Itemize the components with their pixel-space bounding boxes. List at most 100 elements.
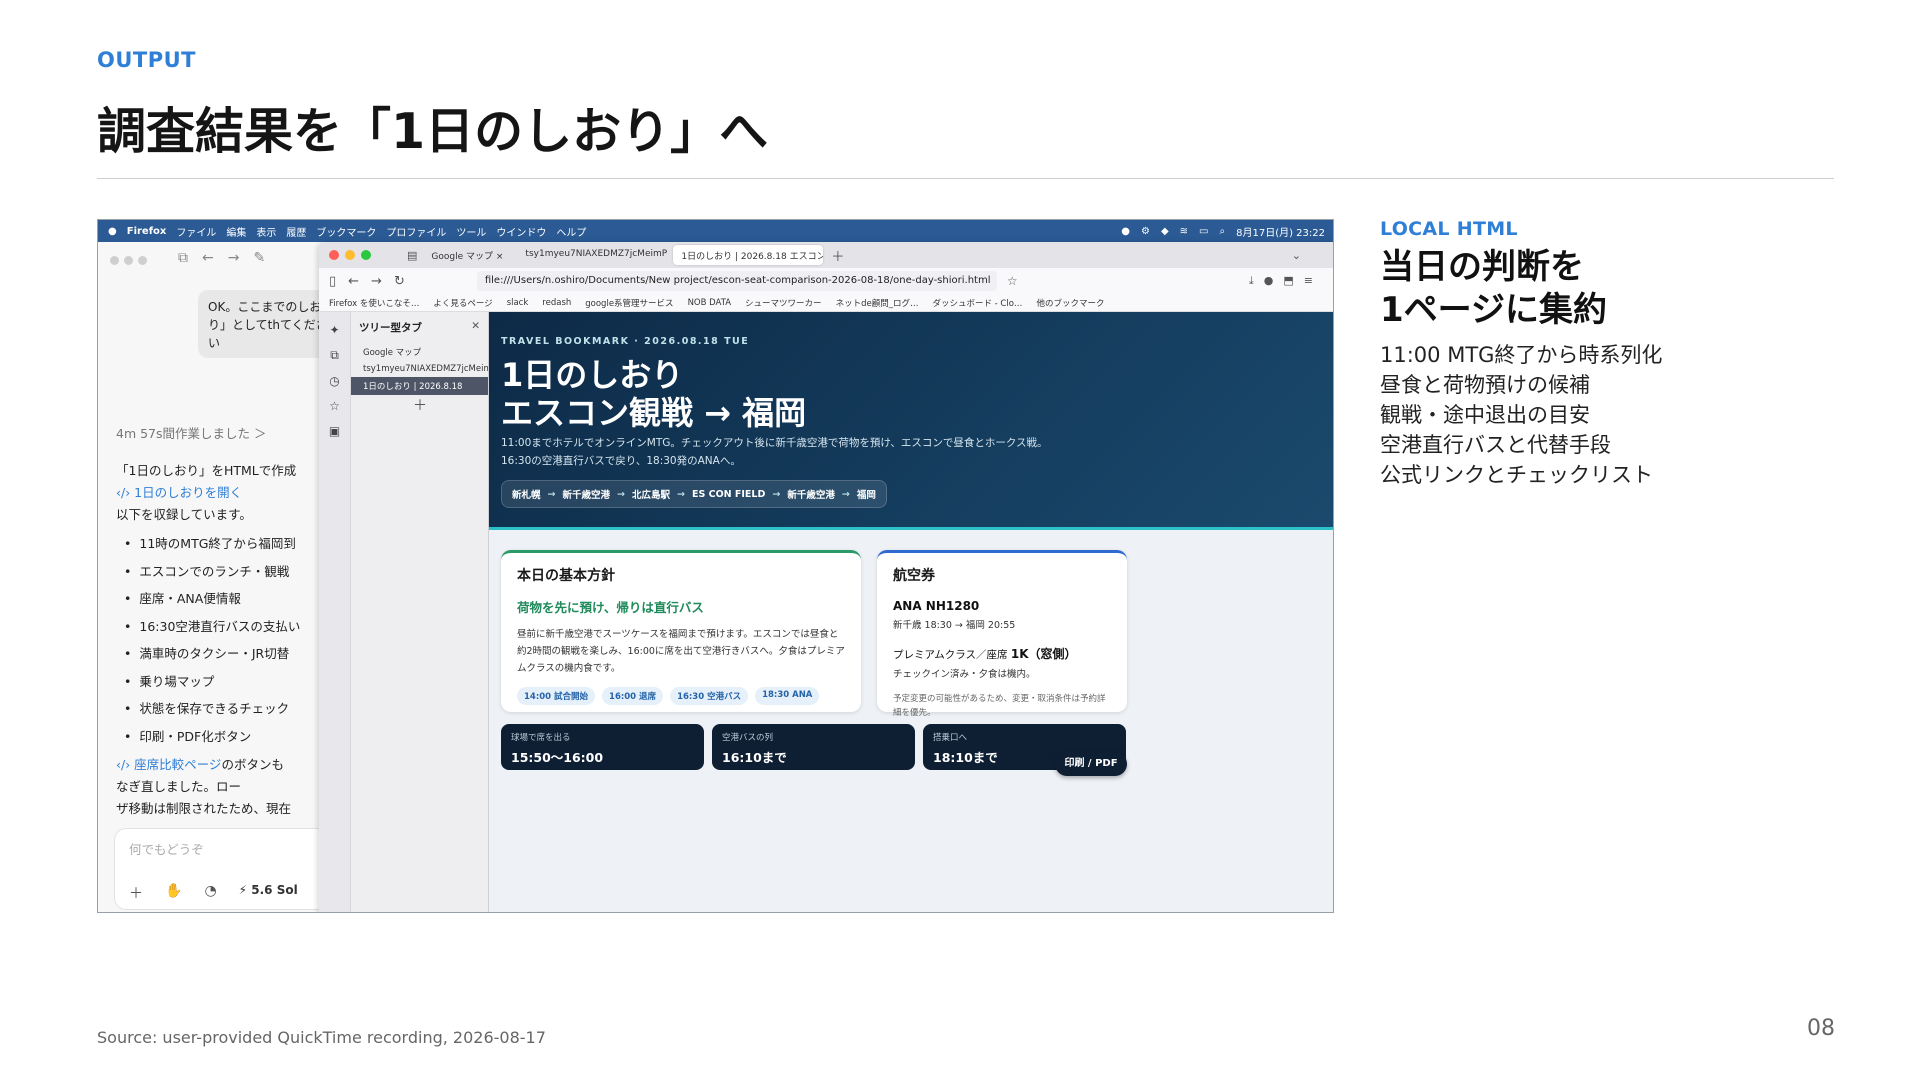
list-item: 状態を保存できるチェック — [116, 695, 336, 723]
tab-shiori[interactable]: 1日のしおり | 2026.8.18 エスコン観戦 — [673, 245, 824, 265]
model-selector[interactable]: ⚡ 5.6 Sol — [239, 883, 298, 903]
bookmark-item[interactable]: redash — [542, 298, 571, 308]
list-item: 16:30空港直行バスの支払い — [116, 613, 336, 641]
list-item: 印刷・PDF化ボタン — [116, 723, 336, 751]
dropbox-icon[interactable]: ◆ — [1161, 226, 1169, 237]
list-item: 乗り場マップ — [116, 668, 336, 696]
model-name: 5.6 Sol — [251, 883, 298, 897]
arrow-right-icon: → — [617, 488, 625, 500]
footer-text: のボタンも — [221, 757, 284, 772]
chat-composer[interactable]: 何でもどうぞ ＋ ✋ ◔ ⚡ 5.6 Sol — [114, 828, 334, 910]
user-message-bubble: OK。ここまでのしおり」としてthてください — [198, 290, 338, 358]
flight-note: 予定変更の可能性があるため、変更・取消条件は予約詳細を優先。 — [893, 694, 1106, 718]
ai-icon[interactable]: ✦ — [319, 323, 350, 337]
timeline-label: 球場で席を出る — [511, 733, 571, 743]
tab-tsy1[interactable]: tsy1myeu7NIAXEDMZ7jcMeimPxSh — [517, 245, 667, 265]
hero-title: 1日のしおり エスコン観戦 → 福岡 — [501, 356, 807, 432]
tree-tabs-icon[interactable]: ▣ — [319, 424, 350, 438]
tab-label: tsy1myeu7NIAXEDMZ7jcMeimPxSh — [525, 249, 668, 259]
time-chip: 18:30 ANA — [755, 687, 820, 705]
list-item: 11:00 MTG終了から時系列化 — [1380, 343, 1663, 367]
menu-window[interactable]: ウインドウ — [496, 224, 546, 239]
answer-intro: 「1日のしおり」をHTMLで作成 — [116, 463, 297, 478]
side-eyebrow: LOCAL HTML — [1380, 218, 1518, 240]
print-pdf-button[interactable]: 印刷 / PDF — [1055, 752, 1127, 776]
navigation-bar: ▯←→↻ file:///Users/n.oshiro/Documents/Ne… — [319, 268, 1333, 294]
flight-title: 航空券 — [893, 568, 935, 584]
plan-body: 昼前に新千歳空港でスーツケースを福岡まで預けます。エスコンでは昼食と約2時間の観… — [517, 629, 845, 674]
menu-profile[interactable]: プロファイル — [386, 224, 446, 239]
menubar-datetime[interactable]: 8月17日(月) 23:22 — [1236, 224, 1325, 239]
minimize-window-icon[interactable] — [345, 250, 355, 260]
list-item: 公式リンクとチェックリスト — [1380, 463, 1653, 487]
search-icon[interactable]: ⌕ — [1220, 226, 1226, 237]
menu-bookmarks[interactable]: ブックマーク — [316, 224, 376, 239]
route-stop: 新千歳空港 — [787, 490, 835, 501]
bookmark-item[interactable]: slack — [507, 298, 529, 308]
footer-text-3: ザ移動は制限されたため、現在 — [116, 801, 292, 816]
bookmark-item[interactable]: NOB DATA — [688, 298, 731, 308]
menu-help[interactable]: ヘルプ — [556, 224, 586, 239]
time-chip: 16:00 退席 — [602, 687, 664, 705]
chevron-down-icon[interactable]: ⌄ — [1292, 249, 1301, 262]
time-chip: 14:00 試合開始 — [517, 687, 596, 705]
bookmark-item[interactable]: シューマツワーカー — [745, 297, 822, 309]
menu-view[interactable]: 表示 — [256, 224, 276, 239]
add-tab-icon[interactable]: ＋ — [351, 395, 488, 415]
close-window-icon[interactable] — [329, 250, 339, 260]
synced-tabs-icon[interactable]: ⧉ — [319, 348, 350, 363]
toolbar-icons[interactable]: ⤓●⬒≡ — [1249, 274, 1323, 288]
work-duration[interactable]: 4m 57s間作業しました ＞ — [116, 423, 267, 442]
tab-label: Google マップ — [431, 252, 494, 262]
sidebar-header: ツリー型タブ ✕ — [351, 312, 488, 343]
plan-chips: 14:00 試合開始 16:00 退席 16:30 空港バス 18:30 ANA — [517, 687, 845, 705]
bookmark-item[interactable]: ネットde顧問_ログ… — [836, 297, 919, 309]
menu-tools[interactable]: ツール — [456, 224, 486, 239]
settings-icon[interactable]: ⚙ — [1141, 226, 1150, 237]
menu-history[interactable]: 履歴 — [286, 224, 306, 239]
assistant-answer: 「1日のしおり」をHTMLで作成 ‹/› 1日のしおりを開く 以下を収録していま… — [116, 460, 336, 820]
zoom-window-icon[interactable] — [361, 250, 371, 260]
seat-compare-link[interactable]: ‹/› 座席比較ページ — [116, 757, 221, 772]
timeline-label: 空港バスの列 — [722, 733, 774, 743]
history-icon[interactable]: ◷ — [319, 374, 350, 388]
side-heading: 当日の判断を 1ページに集約 — [1380, 246, 1860, 332]
route-stop: 福岡 — [856, 490, 876, 501]
url-bar[interactable]: file:///Users/n.oshiro/Documents/New pro… — [476, 271, 997, 291]
new-tab-icon[interactable]: ＋ — [831, 246, 844, 265]
tab-overview-icon[interactable]: ▤ — [407, 249, 417, 262]
open-shiori-link[interactable]: ‹/› 1日のしおりを開く — [116, 482, 336, 504]
firefox-window: ▤ Google マップ × tsy1myeu7NIAXEDMZ7jcMeimP… — [319, 242, 1333, 912]
add-icon[interactable]: ＋ — [129, 883, 143, 903]
composer-placeholder: 何でもどうぞ — [129, 842, 204, 857]
bookmarks-icon[interactable]: ☆ — [319, 399, 350, 413]
route-stop: 新札幌 — [512, 490, 541, 501]
bookmark-item[interactable]: Firefox を使いこなそ… — [329, 297, 419, 309]
bookmark-star-icon[interactable]: ☆ — [1007, 274, 1018, 288]
chat-toolbar-icons[interactable]: ⧉←→✎ — [178, 250, 279, 266]
tree-tab-item[interactable]: tsy1myeu7NIAXEDMZ7jcMeim — [351, 361, 488, 377]
close-icon[interactable]: ✕ — [471, 320, 480, 332]
list-item: 空港直行バスと代替手段 — [1380, 433, 1611, 457]
bookmark-item[interactable]: ダッシュボード - Clo… — [932, 297, 1022, 309]
hand-icon[interactable]: ✋ — [165, 883, 182, 903]
bookmark-item[interactable]: よく見るページ — [433, 297, 492, 309]
record-icon[interactable]: ● — [1121, 226, 1130, 237]
timeline-card: 球場で席を出る 15:50〜16:00 — [501, 724, 704, 770]
tab-google-maps[interactable]: Google マップ × — [423, 245, 511, 265]
menu-firefox[interactable]: Firefox — [127, 226, 167, 237]
flight-number: ANA NH1280 — [893, 599, 980, 613]
apple-icon[interactable]: ● — [108, 226, 117, 237]
wifi-icon[interactable]: ≋ — [1180, 226, 1188, 237]
tree-tab-item-selected[interactable]: 1日のしおり | 2026.8.18 — [351, 377, 488, 395]
side-heading-line: 1ページに集約 — [1380, 290, 1607, 330]
tree-tab-item[interactable]: Google マップ — [351, 343, 488, 361]
menu-file[interactable]: ファイル — [176, 224, 216, 239]
menu-edit[interactable]: 編集 — [226, 224, 246, 239]
bookmark-item[interactable]: 他のブックマーク — [1036, 297, 1104, 309]
bookmark-item[interactable]: google系管理サービス — [585, 297, 673, 309]
battery-icon[interactable]: ▭ — [1199, 226, 1208, 237]
route-stop: 北広島駅 — [631, 490, 670, 501]
nav-buttons-icon[interactable]: ▯←→↻ — [329, 274, 417, 289]
web-page: TRAVEL BOOKMARK · 2026.08.18 TUE 1日のしおり … — [489, 312, 1333, 912]
